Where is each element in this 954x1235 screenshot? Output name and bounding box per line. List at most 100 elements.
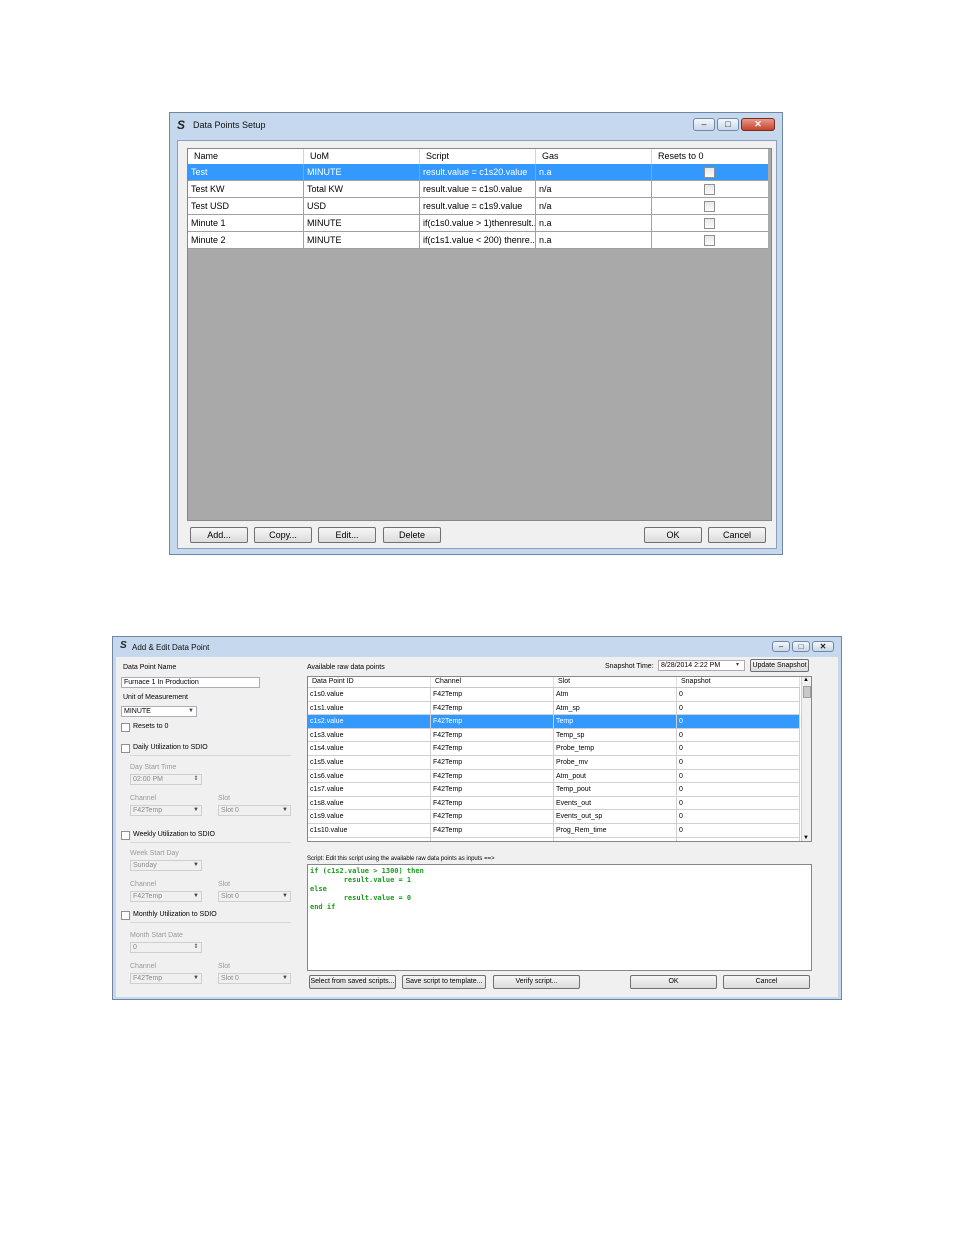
resets-checkbox[interactable] [704, 201, 715, 212]
data-points-grid[interactable]: Name UoM Script Gas Resets to 0 Test MIN… [187, 148, 772, 521]
copy-button[interactable]: Copy... [254, 527, 312, 543]
table-row[interactable]: Test MINUTE result.value = c1s20.value n… [188, 164, 768, 181]
cell-script: result.value = c1s20.value [420, 164, 536, 180]
column-header-script[interactable]: Script [420, 149, 536, 165]
column-header-snapshot[interactable]: Snapshot [677, 677, 800, 687]
weekly-utilization-checkbox[interactable] [121, 831, 130, 840]
column-header-channel[interactable]: Channel [431, 677, 554, 687]
close-button[interactable]: ✕ [812, 641, 834, 652]
scroll-thumb[interactable] [803, 686, 811, 698]
table-row[interactable]: c1s3.value F42Temp Temp_sp 0 [308, 728, 800, 743]
table-row[interactable]: Minute 2 MINUTE if(c1s1.value < 200) the… [188, 232, 768, 249]
day-start-time-input[interactable]: 02:00 PM ⇕ [130, 774, 202, 785]
app-logo-icon: S [177, 118, 186, 132]
slot-select[interactable]: Slot 0 ▼ [218, 891, 291, 902]
cancel-button[interactable]: Cancel [723, 975, 810, 989]
channel-select[interactable]: F42Temp ▼ [130, 891, 202, 902]
slot-select[interactable]: Slot 0 ▼ [218, 805, 291, 816]
cell-channel: F42Temp [431, 742, 554, 756]
table-row[interactable]: c1s4.value F42Temp Probe_temp 0 [308, 742, 800, 756]
window-body: Name UoM Script Gas Resets to 0 Test MIN… [177, 140, 777, 549]
column-header-resets[interactable]: Resets to 0 [652, 149, 768, 165]
ok-button[interactable]: OK [630, 975, 717, 989]
uom-select[interactable]: MINUTE ▼ [121, 706, 197, 717]
cell-channel: F42Temp [431, 783, 554, 797]
verify-script-button[interactable]: Verify script... [493, 975, 580, 989]
table-row[interactable]: c1s10.value F42Temp Prog_Rem_time 0 [308, 824, 800, 838]
ok-button[interactable]: OK [644, 527, 702, 543]
divider [130, 842, 291, 843]
monthly-utilization-label: Monthly Utilization to SDIO [133, 911, 217, 918]
slot-select-value: Slot 0 [221, 807, 239, 814]
resets-checkbox[interactable] [704, 184, 715, 195]
daily-utilization-checkbox[interactable] [121, 744, 130, 753]
table-row[interactable]: c1s6.value F42Temp Atm_pout 0 [308, 769, 800, 784]
table-row[interactable]: c1s2.value F42Temp Temp 0 [308, 715, 800, 729]
cell-script: if(c1s0.value > 1)thenresult... [420, 215, 536, 231]
cell-snapshot: 0 [677, 796, 800, 810]
maximize-button[interactable]: □ [792, 641, 810, 652]
vertical-scrollbar[interactable]: ▲ ▼ [801, 677, 811, 841]
table-row[interactable]: Test USD USD result.value = c1s9.value n… [188, 198, 768, 215]
grid-header: Data Point ID Channel Slot Snapshot [308, 677, 800, 688]
resets-checkbox[interactable] [121, 723, 130, 732]
scroll-down-icon[interactable]: ▼ [803, 835, 809, 841]
resets-checkbox[interactable] [704, 167, 715, 178]
scroll-up-icon[interactable]: ▲ [803, 677, 809, 683]
table-row[interactable]: c1s5.value F42Temp Probe_mv 0 [308, 756, 800, 770]
table-row[interactable]: c1s7.value F42Temp Temp_pout 0 [308, 783, 800, 797]
cell-snapshot: 0 [677, 769, 800, 783]
channel-select[interactable]: F42Temp ▼ [130, 973, 202, 984]
raw-data-points-grid[interactable]: Data Point ID Channel Slot Snapshot c1s0… [307, 676, 812, 842]
table-row[interactable]: c1s9.value F42Temp Events_out_sp 0 [308, 810, 800, 824]
divider [130, 755, 291, 756]
cell-channel: F42Temp [431, 688, 554, 701]
cell-snapshot: 0 [677, 688, 800, 701]
add-button[interactable]: Add... [190, 527, 248, 543]
column-header-uom[interactable]: UoM [304, 149, 420, 165]
title-bar: S Data Points Setup – □ ✕ [170, 113, 782, 139]
cell-uom: MINUTE [304, 164, 420, 180]
minimize-button[interactable]: – [693, 118, 715, 131]
minimize-button[interactable]: – [772, 641, 790, 652]
add-edit-data-point-window: S Add & Edit Data Point – □ ✕ Data Point… [112, 636, 842, 1000]
script-editor[interactable]: if (c1s2.value > 1300) then result.value… [307, 864, 812, 971]
cell-gas: n.a [536, 164, 652, 180]
edit-button[interactable]: Edit... [318, 527, 376, 543]
channel-select[interactable]: F42Temp ▼ [130, 805, 202, 816]
minimize-icon: – [778, 642, 784, 651]
cell-slot: Prog_Rem_time [554, 824, 677, 837]
table-row[interactable]: c1s8.value F42Temp Events_out 0 [308, 796, 800, 811]
table-row[interactable]: c1s0.value F42Temp Atm 0 [308, 688, 800, 702]
close-button[interactable]: ✕ [741, 118, 775, 131]
table-row[interactable]: c1s1.value F42Temp Atm_sp 0 [308, 701, 800, 716]
table-row[interactable]: Minute 1 MINUTE if(c1s0.value > 1)thenre… [188, 215, 768, 232]
table-row[interactable]: c1s11.valueF42TempQuench_Time0 [308, 837, 800, 841]
resets-checkbox[interactable] [704, 218, 715, 229]
cell-name: Test USD [188, 198, 304, 214]
resets-checkbox[interactable] [704, 235, 715, 246]
snapshot-time-input[interactable]: 8/28/2014 2:22 PM ▾ [658, 660, 745, 671]
slot-select[interactable]: Slot 0 ▼ [218, 973, 291, 984]
monthly-utilization-checkbox[interactable] [121, 911, 130, 920]
select-saved-scripts-button[interactable]: Select from saved scripts... [309, 975, 396, 989]
maximize-button[interactable]: □ [717, 118, 739, 131]
column-header-slot[interactable]: Slot [554, 677, 677, 687]
cell-data-point-id: c1s10.value [308, 824, 431, 837]
data-point-name-input[interactable]: Furnace 1 In Production [121, 677, 260, 688]
update-snapshot-button[interactable]: Update Snapshot [750, 659, 809, 672]
column-header-gas[interactable]: Gas [536, 149, 652, 165]
slot-select-value: Slot 0 [221, 975, 239, 982]
column-header-name[interactable]: Name [188, 149, 304, 165]
minimize-icon: – [701, 119, 707, 129]
week-start-day-select[interactable]: Sunday ▼ [130, 860, 202, 871]
chevron-down-icon: ▼ [193, 807, 199, 813]
column-header-data-point-id[interactable]: Data Point ID [308, 677, 431, 687]
table-row[interactable]: Test KW Total KW result.value = c1s0.val… [188, 181, 768, 198]
cell-resets [652, 181, 768, 197]
month-start-date-input[interactable]: 0 ⇕ [130, 942, 202, 953]
cancel-button[interactable]: Cancel [708, 527, 766, 543]
cell-slot: Events_out [554, 796, 677, 810]
delete-button[interactable]: Delete [383, 527, 441, 543]
save-script-template-button[interactable]: Save script to template... [402, 975, 486, 989]
